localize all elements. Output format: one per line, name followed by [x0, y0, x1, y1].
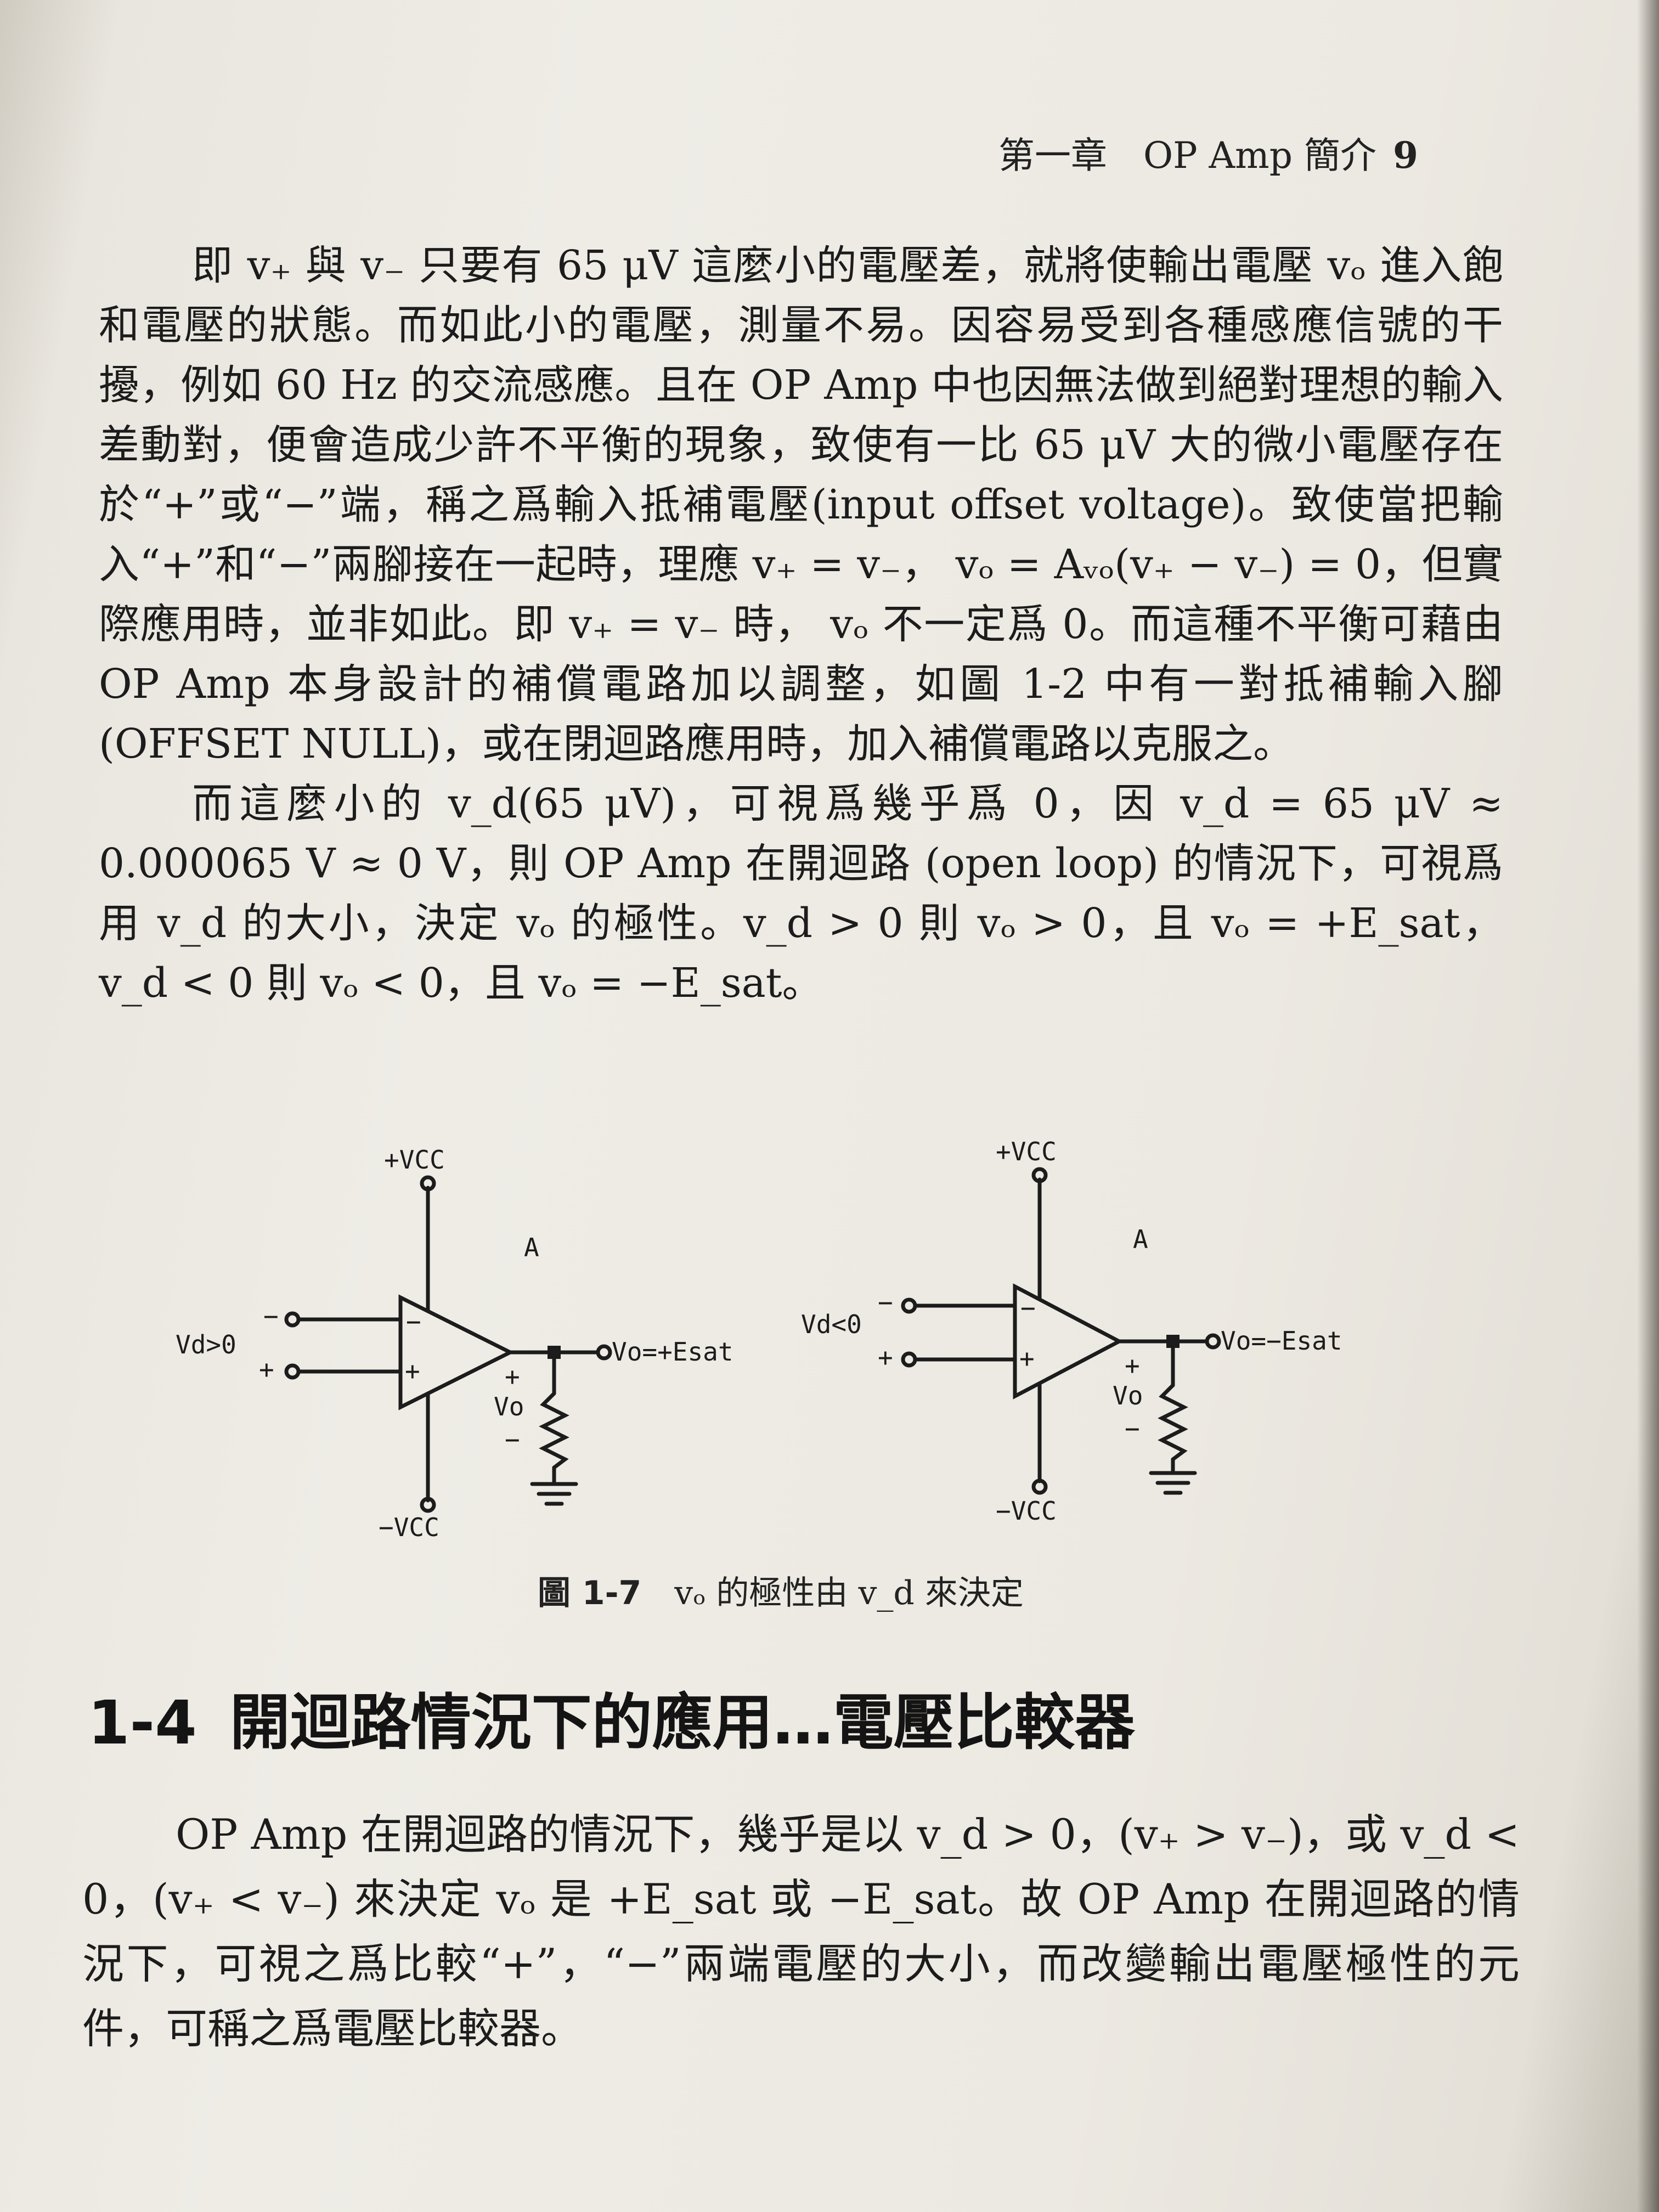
opamp-comparator-diagram: +VCC −VCC A Vd>0 − + − + + Vo − Vo=+Esat…	[176, 1137, 1342, 1542]
page-edge-shadow	[1637, 0, 1659, 2212]
caption-label: 圖 1-7	[538, 1574, 642, 1612]
right-opamp-minus: −	[1020, 1293, 1036, 1323]
paragraph-1: 即 v₊ 與 v₋ 只要有 65 μV 這麼小的電壓差，就將使輸出電壓 vₒ 進…	[99, 242, 1503, 768]
left-vcc-top: +VCC	[384, 1145, 445, 1175]
page-number: 9	[1392, 134, 1418, 177]
right-vo: Vo	[1113, 1381, 1143, 1410]
section-number: 1-4	[88, 1688, 197, 1758]
left-input-label: Vd>0	[176, 1330, 236, 1359]
left-output-label: Vo=+Esat	[612, 1337, 733, 1367]
section-heading: 1-4 開迴路情況下的應用…電壓比較器	[88, 1673, 1569, 1761]
left-input-minus: −	[263, 1301, 279, 1331]
running-head: 第一章 OP Amp 簡介 9	[998, 126, 1492, 177]
figure-caption: 圖 1-7 vₒ 的極性由 v_d 來決定	[538, 1566, 1196, 1614]
left-opamp-minus: −	[406, 1307, 421, 1336]
left-vo: Vo	[494, 1392, 524, 1421]
right-input-plus: +	[878, 1342, 893, 1372]
chapter-title: 第一章 OP Amp 簡介	[998, 134, 1376, 177]
figure-1-7: +VCC −VCC A Vd>0 − + − + + Vo − Vo=+Esat…	[154, 1130, 1437, 1547]
caption-text: vₒ 的極性由 v_d 來決定	[674, 1574, 1024, 1612]
body-text: 即 v₊ 與 v₋ 只要有 65 μV 這麼小的電壓差，就將使輸出電壓 vₒ 進…	[99, 236, 1503, 1013]
book-page: 第一章 OP Amp 簡介 9 即 v₊ 與 v₋ 只要有 65 μV 這麼小的電…	[0, 0, 1659, 2212]
right-input-minus: −	[878, 1288, 893, 1317]
right-vcc-top: +VCC	[996, 1137, 1057, 1166]
left-vcc-bottom: −VCC	[379, 1513, 439, 1542]
section-body: OP Amp 在開迴路的情況下，幾乎是以 v_d > 0，(v₊ > v₋)，或…	[82, 1802, 1520, 2061]
left-node-a: A	[524, 1233, 539, 1262]
right-vcc-bottom: −VCC	[996, 1496, 1057, 1526]
left-out-minus: −	[505, 1425, 520, 1454]
paragraph-2: 而這麼小的 v_d(65 μV)，可視爲幾乎爲 0，因 v_d = 65 μV …	[99, 780, 1503, 1007]
section-paragraph: OP Amp 在開迴路的情況下，幾乎是以 v_d > 0，(v₊ > v₋)，或…	[82, 1810, 1520, 2053]
right-output-label: Vo=−Esat	[1221, 1326, 1342, 1356]
left-junction-dot	[548, 1346, 561, 1359]
left-out-plus: +	[505, 1362, 520, 1391]
right-out-minus: −	[1125, 1414, 1140, 1443]
left-input-plus: +	[259, 1355, 274, 1384]
left-opamp-plus: +	[405, 1356, 420, 1386]
right-node-a: A	[1133, 1224, 1148, 1254]
section-title-text: 開迴路情況下的應用…電壓比較器	[229, 1688, 1135, 1758]
right-junction-dot	[1166, 1335, 1180, 1348]
right-out-plus: +	[1125, 1351, 1140, 1380]
right-opamp-plus: +	[1019, 1344, 1035, 1373]
right-input-label: Vd<0	[801, 1310, 862, 1339]
